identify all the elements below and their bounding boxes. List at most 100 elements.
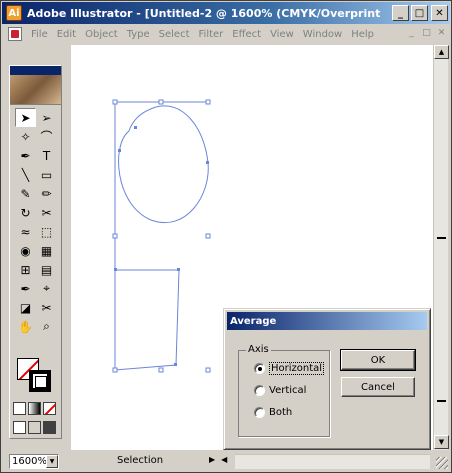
handle-bottom-center[interactable]	[158, 367, 164, 373]
scroll-down-arrow-icon[interactable]: ▼	[434, 435, 449, 449]
scroll-up-arrow-icon[interactable]: ▲	[434, 45, 449, 59]
standard-screen-mode-button[interactable]	[13, 421, 26, 434]
radio-both[interactable]: Both	[254, 407, 292, 418]
radio-button-horizontal[interactable]	[254, 363, 265, 374]
screen-mode-buttons	[13, 421, 56, 434]
handle-bottom-right[interactable]	[205, 367, 211, 373]
zoom-value: 1600%	[12, 456, 47, 467]
paintbrush-tool-icon[interactable]: ✎	[15, 184, 36, 203]
handle-top-left[interactable]	[112, 99, 118, 105]
free-transform-tool-icon[interactable]: ⬚	[36, 222, 57, 241]
cancel-button[interactable]: Cancel	[341, 377, 415, 397]
menu-view[interactable]: View	[270, 29, 294, 40]
illustrator-window: Ai Adobe Illustrator - [Untitled-2 @ 160…	[0, 0, 452, 473]
handle-middle-left[interactable]	[112, 233, 118, 239]
full-screen-menu-mode-button[interactable]	[28, 421, 41, 434]
anchor-point[interactable]	[177, 268, 180, 271]
gradient-tool-icon[interactable]: ▤	[36, 260, 57, 279]
handle-top-right[interactable]	[205, 99, 211, 105]
menu-object[interactable]: Object	[85, 29, 118, 40]
menu-help[interactable]: Help	[351, 29, 374, 40]
ok-button[interactable]: OK	[340, 349, 416, 371]
scroll-position-marker	[437, 400, 446, 402]
rectangle-path[interactable]	[114, 269, 180, 371]
handle-bottom-left[interactable]	[112, 367, 118, 373]
anchor-point[interactable]	[206, 161, 209, 164]
radio-button-both[interactable]	[254, 407, 265, 418]
document-icon[interactable]	[8, 27, 22, 41]
vertical-scrollbar[interactable]: ▲ ▼	[433, 45, 449, 450]
menu-type[interactable]: Type	[127, 29, 150, 40]
status-bar: 1600% ▼ Selection ▶ ◀	[2, 452, 450, 471]
maximize-button[interactable]: □	[411, 5, 428, 21]
menu-effect[interactable]: Effect	[232, 29, 261, 40]
gradient-button[interactable]	[28, 402, 41, 415]
title-bar[interactable]: Ai Adobe Illustrator - [Untitled-2 @ 160…	[2, 2, 450, 24]
magic-wand-tool-icon[interactable]: ✧	[15, 127, 36, 146]
minimize-button[interactable]: _	[392, 5, 409, 21]
anchor-points[interactable]	[114, 126, 209, 366]
zoom-tool-icon[interactable]: ⌕	[36, 317, 57, 336]
status-menu-arrows: ▶ ◀	[209, 455, 227, 464]
scissors-tool-icon[interactable]: ✂	[36, 203, 57, 222]
horizontal-scrollbar[interactable]	[235, 454, 430, 469]
eyedropper-tool-icon[interactable]: ✒	[15, 279, 36, 298]
menu-window[interactable]: Window	[303, 29, 342, 40]
doc-minimize-button[interactable]: _	[405, 27, 418, 39]
radio-vertical[interactable]: Vertical	[254, 385, 306, 396]
measure-tool-icon[interactable]: ⌖	[36, 279, 57, 298]
toolbox-header-image	[10, 75, 61, 105]
hand-tool-icon[interactable]: ✋	[15, 317, 36, 336]
pencil-tool-icon[interactable]: ✏	[36, 184, 57, 203]
zoom-field[interactable]: 1600% ▼	[9, 454, 59, 469]
menu-edit[interactable]: Edit	[57, 29, 76, 40]
doc-restore-button[interactable]: □	[420, 27, 433, 39]
scissors-cut-tool-icon[interactable]: ✂	[36, 298, 57, 317]
anchor-point[interactable]	[118, 149, 121, 152]
scroll-left-arrow-icon[interactable]: ◀	[221, 455, 227, 464]
fill-stroke-area	[17, 358, 57, 398]
mesh-tool-icon[interactable]: ⊞	[15, 260, 36, 279]
full-screen-mode-button[interactable]	[43, 421, 56, 434]
axis-group-label: Axis	[246, 344, 271, 355]
ellipse-path[interactable]	[118, 105, 209, 223]
zoom-dropdown-arrow-icon[interactable]: ▼	[46, 455, 58, 468]
rounded-rectangle-tool-icon[interactable]: ▭	[36, 165, 57, 184]
radio-button-vertical[interactable]	[254, 385, 265, 396]
rotate-tool-icon[interactable]: ↻	[15, 203, 36, 222]
menu-filter[interactable]: Filter	[199, 29, 224, 40]
radio-label-horizontal: Horizontal	[269, 362, 325, 375]
toolbox-title-bar[interactable]	[10, 66, 61, 75]
color-button[interactable]	[13, 402, 26, 415]
pen-tool-icon[interactable]: ✒	[15, 146, 36, 165]
doc-close-button[interactable]: ✕	[435, 27, 448, 39]
line-segment-tool-icon[interactable]: ╲	[15, 165, 36, 184]
tool-grid: ➤ ➢ ✧ ⌒ ✒ T ╲ ▭ ✎ ✏ ↻ ✂ ≈ ⬚ ◉ ▦ ⊞ ▤ ✒ ⌖ ◪ ✂ ✋ ⌕	[15, 108, 57, 336]
window-title: Adobe Illustrator - [Untitled-2 @ 1600% …	[27, 6, 382, 20]
stroke-swatch[interactable]	[29, 370, 51, 392]
anchor-point[interactable]	[114, 268, 117, 271]
anchor-point[interactable]	[174, 363, 177, 366]
type-tool-icon[interactable]: T	[36, 146, 57, 165]
status-menu-arrow-icon[interactable]: ▶	[209, 455, 215, 464]
menu-bar: File Edit Object Type Select Filter Effe…	[2, 25, 450, 43]
anchor-point[interactable]	[134, 126, 137, 129]
handle-top-center[interactable]	[158, 99, 164, 105]
selection-handles[interactable]	[112, 99, 211, 373]
direct-selection-tool-icon[interactable]: ➢	[36, 108, 57, 127]
warp-tool-icon[interactable]: ≈	[15, 222, 36, 241]
slice-tool-icon[interactable]: ◪	[15, 298, 36, 317]
column-graph-tool-icon[interactable]: ▦	[36, 241, 57, 260]
close-button[interactable]: ✕	[431, 5, 448, 21]
radio-label-both: Both	[269, 407, 293, 418]
app-icon[interactable]: Ai	[6, 5, 22, 21]
menu-select[interactable]: Select	[159, 29, 190, 40]
symbol-sprayer-tool-icon[interactable]: ◉	[15, 241, 36, 260]
lasso-tool-icon[interactable]: ⌒	[36, 127, 57, 146]
handle-middle-right[interactable]	[205, 233, 211, 239]
menu-file[interactable]: File	[31, 29, 48, 40]
selection-tool-icon[interactable]: ➤	[15, 108, 36, 127]
resize-grip-icon[interactable]	[436, 457, 448, 469]
none-button[interactable]	[43, 402, 56, 415]
radio-horizontal[interactable]: Horizontal	[254, 362, 325, 375]
